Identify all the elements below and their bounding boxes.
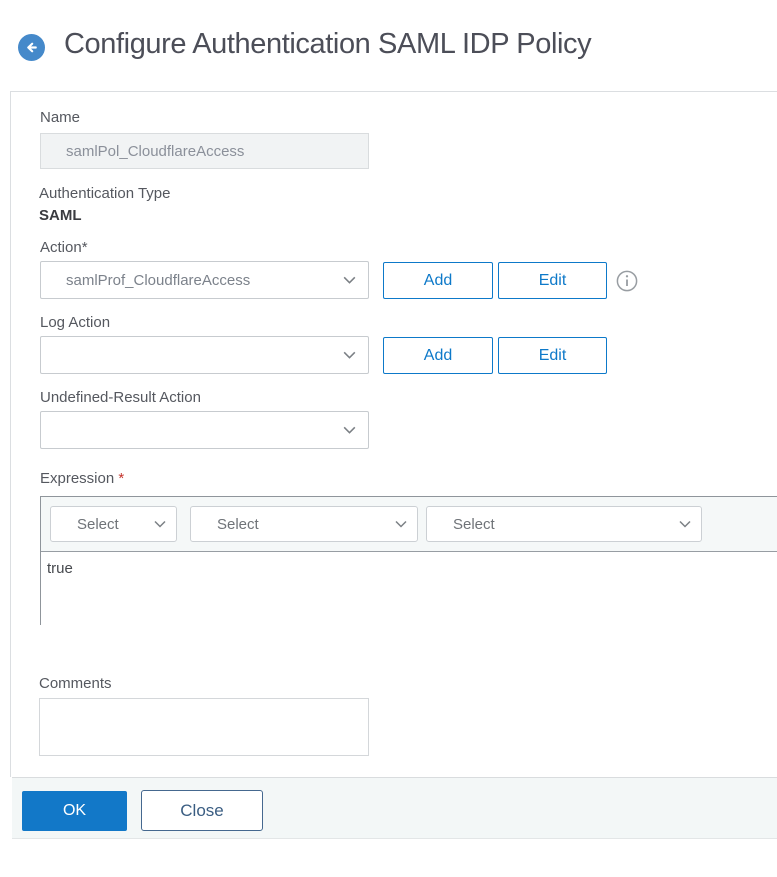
arrow-left-icon xyxy=(23,39,40,56)
action-add-button[interactable]: Add xyxy=(383,262,493,299)
action-select[interactable]: samlProf_CloudflareAccess xyxy=(40,261,369,299)
chevron-down-icon xyxy=(393,516,409,532)
name-input xyxy=(40,133,369,169)
footer-action-bar: OK Close xyxy=(12,777,777,839)
log-action-label: Log Action xyxy=(40,314,111,331)
expression-selects-bar: Select Select Select xyxy=(41,497,777,552)
log-action-add-button[interactable]: Add xyxy=(383,337,493,374)
chevron-down-icon xyxy=(341,347,358,364)
chevron-down-icon xyxy=(677,516,693,532)
undefined-result-action-select[interactable] xyxy=(40,411,369,449)
authentication-type-label: Authentication Type xyxy=(39,185,171,202)
log-action-edit-button[interactable]: Edit xyxy=(498,337,607,374)
action-label: Action* xyxy=(40,239,88,256)
expression-builder: Select Select Select true xyxy=(40,496,777,625)
expression-required-mark: * xyxy=(118,470,125,487)
name-label: Name xyxy=(40,109,81,126)
action-select-value: samlProf_CloudflareAccess xyxy=(66,271,251,289)
page-title: Configure Authentication SAML IDP Policy xyxy=(64,28,592,60)
expression-select-2-value: Select xyxy=(217,515,259,533)
chevron-down-icon xyxy=(341,272,358,289)
configure-saml-idp-policy-page: Configure Authentication SAML IDP Policy… xyxy=(0,0,777,877)
expression-select-1[interactable]: Select xyxy=(50,506,177,542)
comments-input[interactable] xyxy=(39,698,369,756)
authentication-type-value: SAML xyxy=(39,207,82,224)
expression-label: Expression * xyxy=(40,470,124,487)
chevron-down-icon xyxy=(341,422,358,439)
ok-button[interactable]: OK xyxy=(22,791,127,831)
close-button[interactable]: Close xyxy=(141,790,263,831)
expression-label-text: Expression xyxy=(40,470,115,487)
expression-select-1-value: Select xyxy=(77,515,119,533)
action-edit-button[interactable]: Edit xyxy=(498,262,607,299)
expression-input[interactable]: true xyxy=(41,553,777,625)
chevron-down-icon xyxy=(152,516,168,532)
back-button[interactable] xyxy=(18,34,45,61)
log-action-select[interactable] xyxy=(40,336,369,374)
expression-select-2[interactable]: Select xyxy=(190,506,418,542)
expression-select-3-value: Select xyxy=(453,515,495,533)
comments-label: Comments xyxy=(39,675,112,692)
expression-select-3[interactable]: Select xyxy=(426,506,702,542)
info-icon[interactable] xyxy=(616,270,638,292)
undefined-result-action-label: Undefined-Result Action xyxy=(40,389,201,406)
